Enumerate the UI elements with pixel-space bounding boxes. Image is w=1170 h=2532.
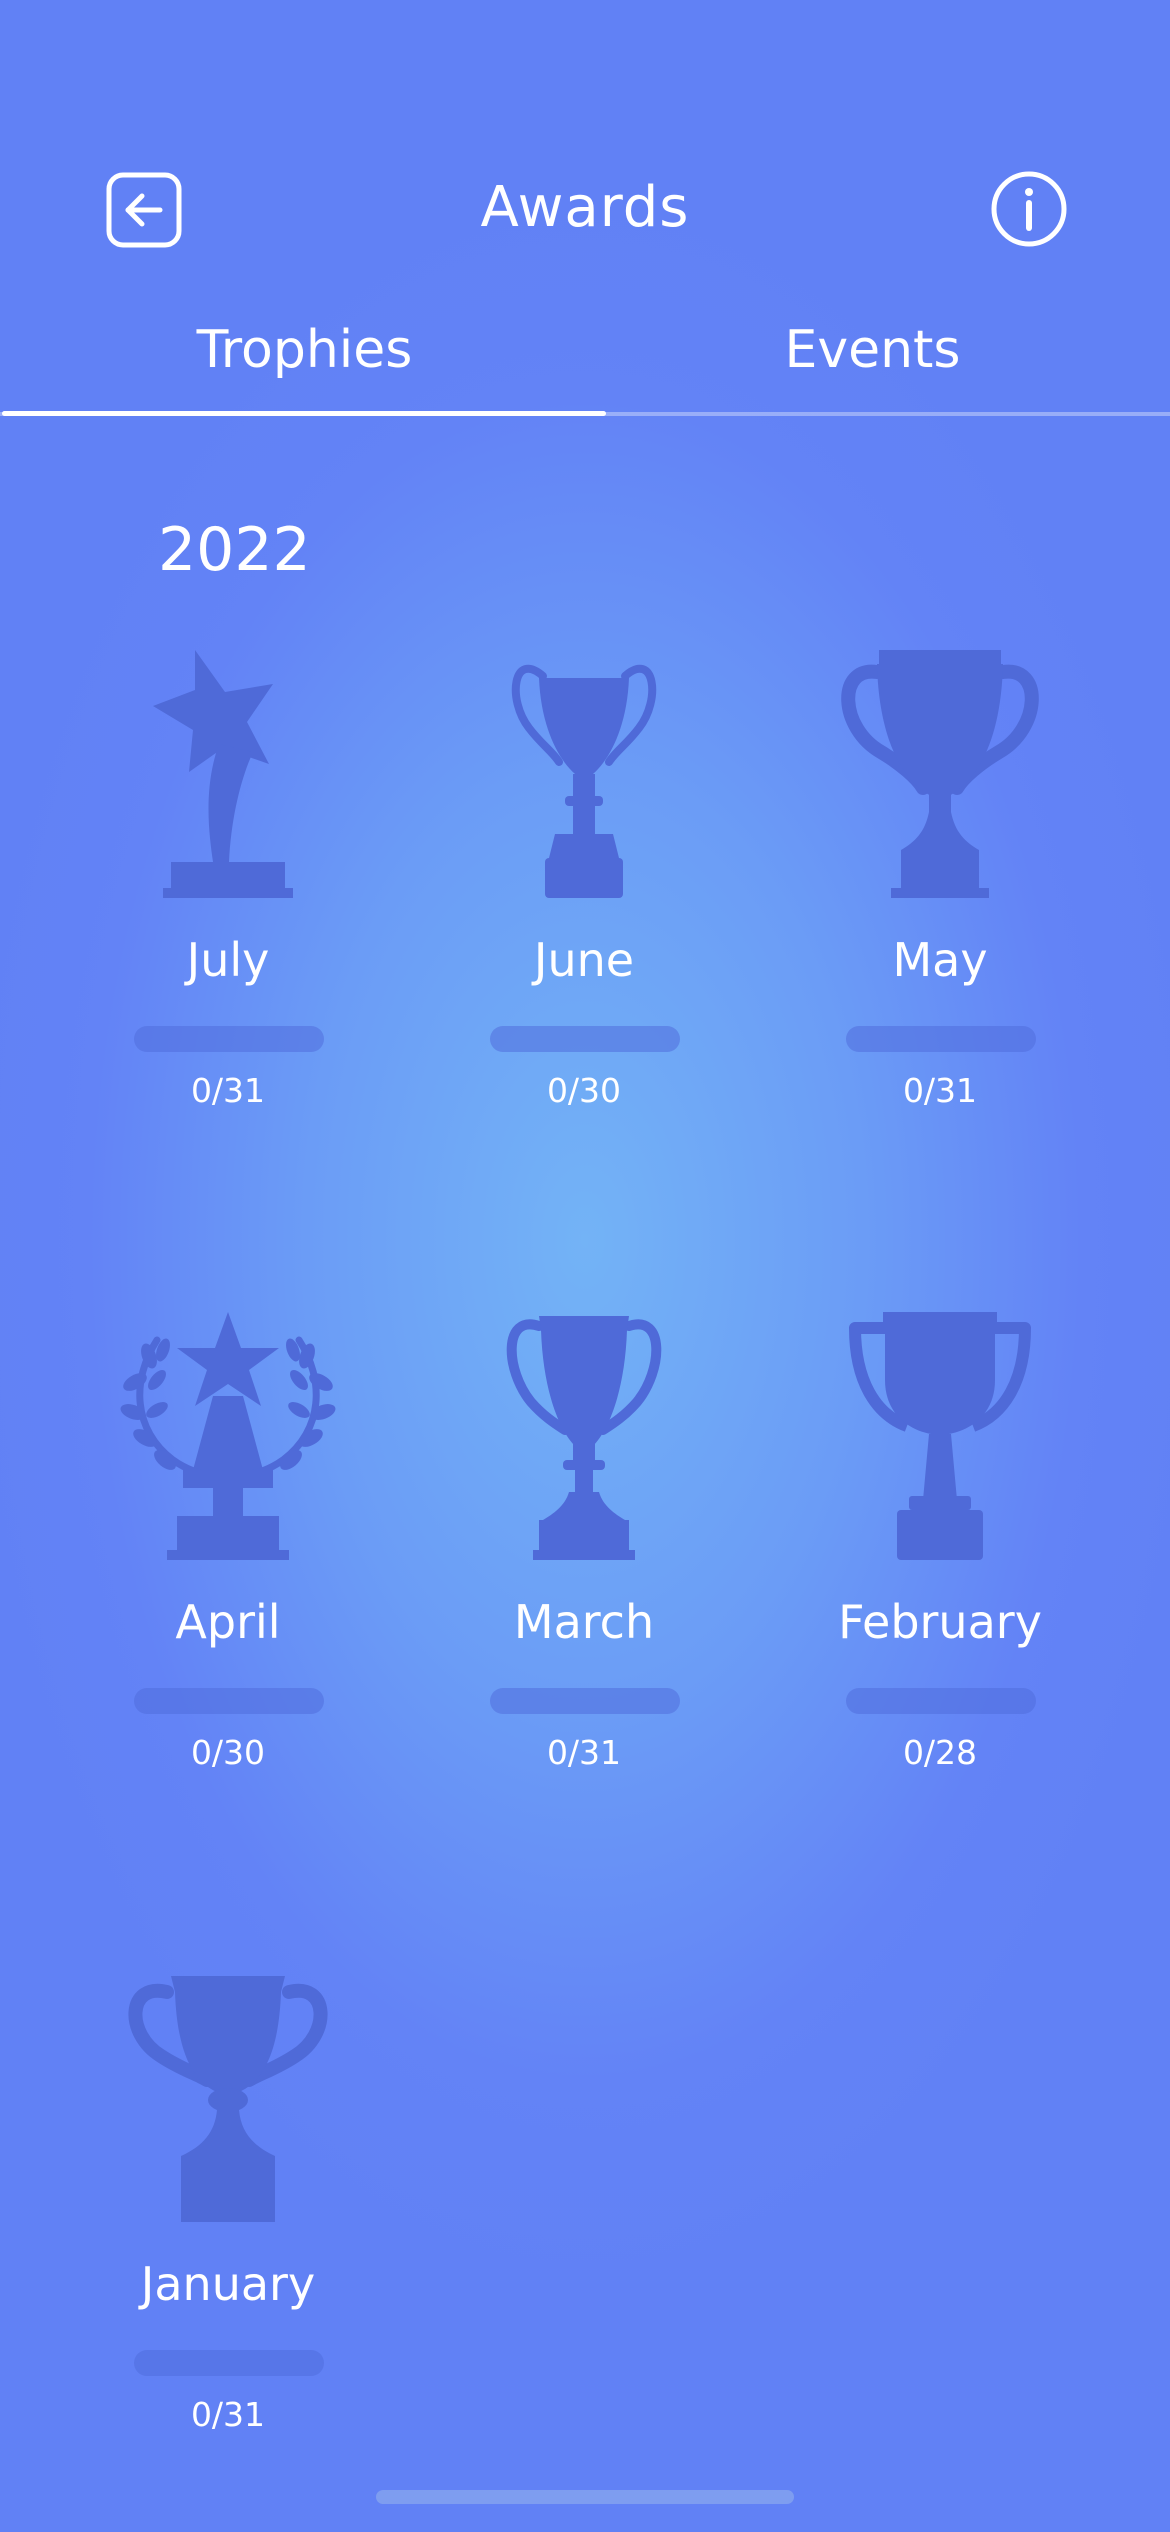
trophy-card-january[interactable]: January 0/31	[50, 1972, 406, 2472]
trophy-progress-bar	[134, 1026, 324, 1052]
trophy-count: 0/31	[190, 2395, 266, 2434]
tab-trophies[interactable]: Trophies	[12, 310, 597, 390]
trophy-card-february[interactable]: February 0/28	[762, 1310, 1118, 1810]
trophy-count: 0/31	[546, 1733, 622, 1772]
trophy-progress-bar	[490, 1026, 680, 1052]
trophy-card-june[interactable]: June 0/30	[406, 648, 762, 1148]
tab-events[interactable]: Events	[580, 310, 1165, 390]
trophy-count: 0/31	[902, 1071, 978, 1110]
trophy-month-label: June	[533, 933, 635, 987]
trophy-card-july[interactable]: July 0/31	[50, 648, 406, 1148]
cup-trophy-icon	[849, 1312, 1031, 1560]
trophy-progress-bar	[134, 1688, 324, 1714]
cup-trophy-icon	[506, 1316, 662, 1560]
star-trophy-icon	[153, 650, 293, 898]
laurel-star-trophy-icon	[120, 1312, 336, 1560]
cup-trophy-icon	[841, 650, 1039, 898]
trophy-count: 0/28	[902, 1733, 978, 1772]
trophy-count: 0/31	[190, 1071, 266, 1110]
header: Awards Trophies Events	[0, 0, 1170, 420]
year-heading: 2022	[158, 515, 311, 585]
info-icon	[991, 171, 1067, 247]
trophy-month-label: April	[175, 1595, 281, 1649]
trophy-month-label: February	[838, 1595, 1042, 1649]
info-button[interactable]	[990, 170, 1068, 248]
home-indicator[interactable]	[376, 2490, 794, 2504]
trophy-month-label: January	[140, 2257, 316, 2311]
trophy-month-label: March	[513, 1595, 655, 1649]
cup-trophy-icon	[511, 664, 657, 898]
trophy-card-march[interactable]: March 0/31	[406, 1310, 762, 1810]
trophy-progress-bar	[490, 1688, 680, 1714]
trophy-progress-bar	[846, 1688, 1036, 1714]
trophy-card-may[interactable]: May 0/31	[762, 648, 1118, 1148]
tab-active-indicator	[2, 411, 606, 416]
cup-trophy-icon	[128, 1976, 328, 2222]
trophy-count: 0/30	[190, 1733, 266, 1772]
trophy-count: 0/30	[546, 1071, 622, 1110]
trophy-month-label: May	[892, 933, 988, 987]
trophy-month-label: July	[186, 933, 270, 987]
trophy-progress-bar	[134, 2350, 324, 2376]
trophy-progress-bar	[846, 1026, 1036, 1052]
trophy-card-april[interactable]: April 0/30	[50, 1310, 406, 1810]
